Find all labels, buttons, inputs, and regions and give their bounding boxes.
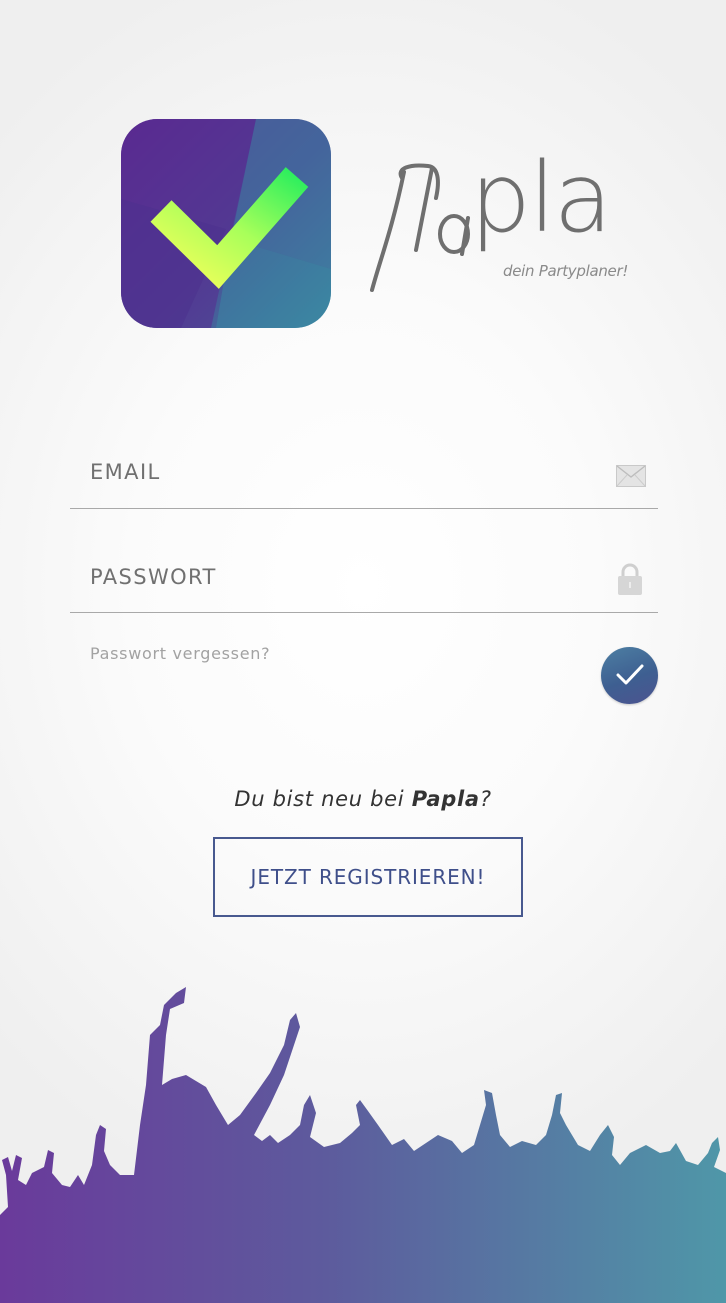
brand-tagline: dein Partyplaner! xyxy=(503,262,629,280)
padlock-icon xyxy=(617,563,643,595)
app-logo-icon xyxy=(121,119,331,328)
password-field-container xyxy=(70,545,658,613)
new-user-prompt-prefix: Du bist neu bei xyxy=(234,787,412,811)
login-confirm-button[interactable] xyxy=(601,647,658,704)
checkmark-icon xyxy=(616,664,644,685)
new-user-prompt: Du bist neu bei Papla? xyxy=(0,787,726,811)
email-field-container xyxy=(70,440,658,509)
new-user-prompt-brand: Papla xyxy=(411,787,480,811)
brand-wordmark: pla dein Partyplaner! xyxy=(362,150,632,300)
envelope-icon xyxy=(616,465,646,487)
forgot-password-link[interactable]: Passwort vergessen? xyxy=(90,644,270,663)
brand-name-text: pla xyxy=(470,142,612,254)
register-button[interactable]: JETZT REGISTRIEREN! xyxy=(213,837,523,917)
password-input[interactable] xyxy=(90,563,590,591)
crowd-silhouette-image xyxy=(0,975,726,1303)
new-user-prompt-suffix: ? xyxy=(479,787,492,811)
email-input[interactable] xyxy=(90,458,590,486)
